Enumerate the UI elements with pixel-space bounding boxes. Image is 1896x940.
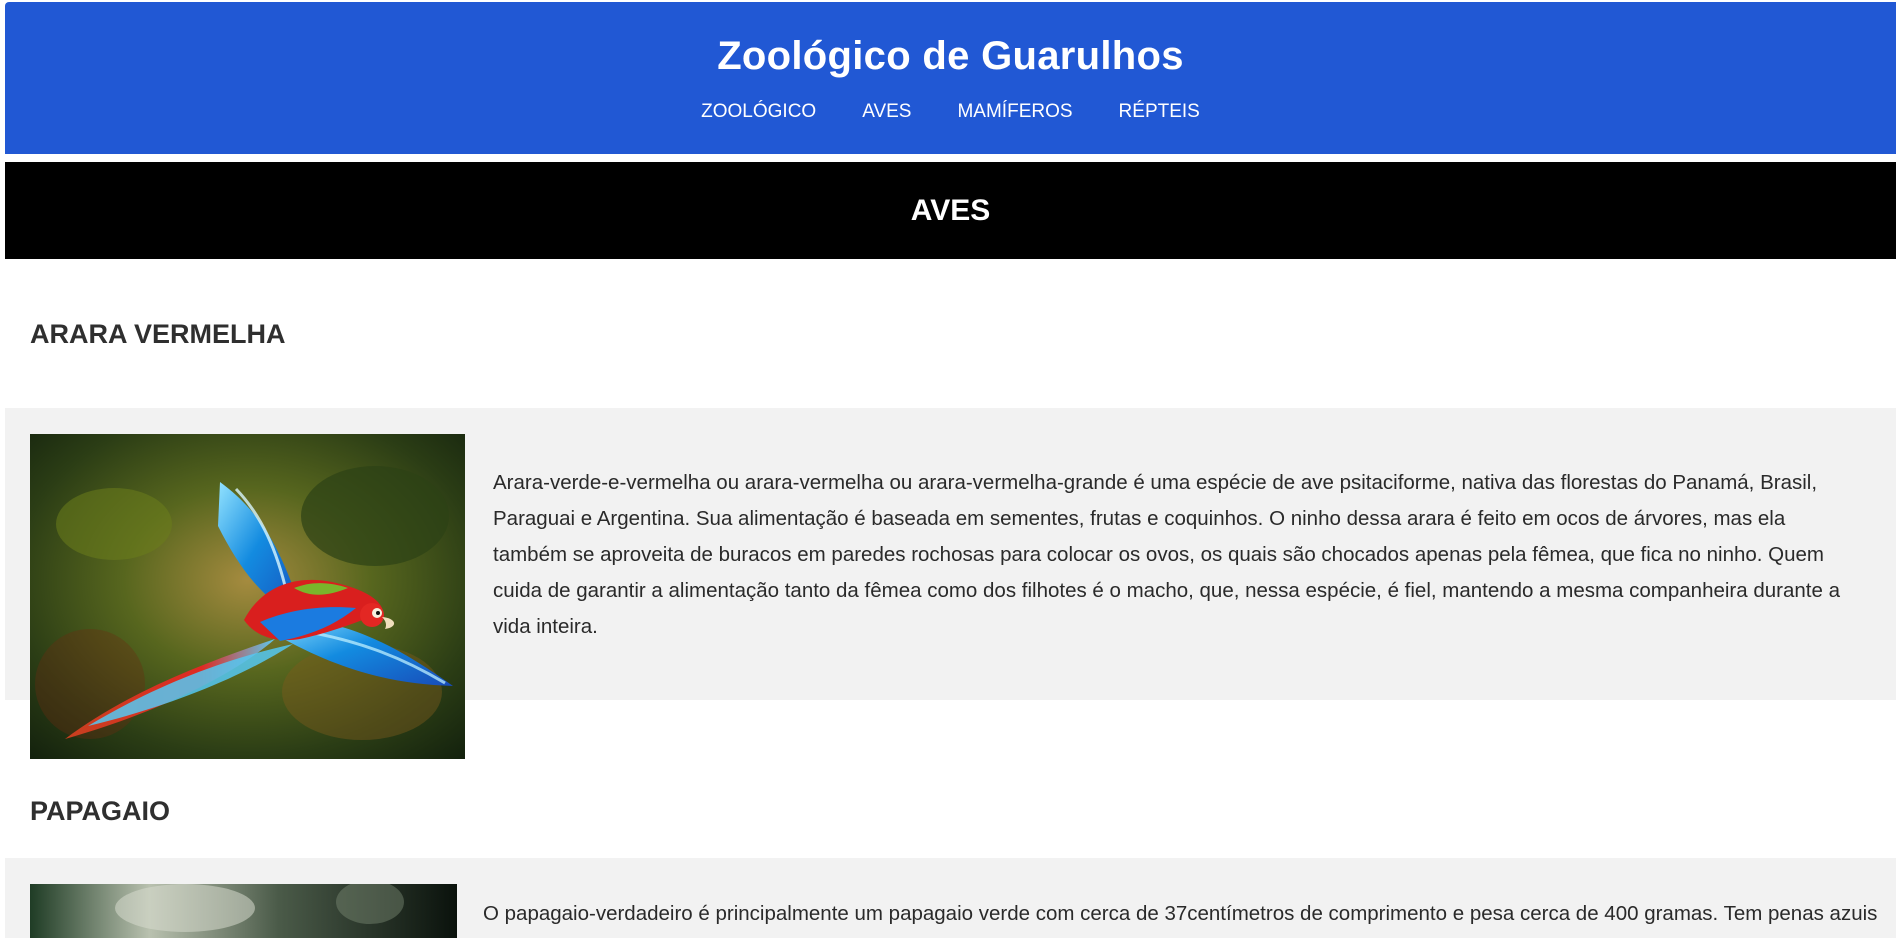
nav-link-repteis[interactable]: RÉPTEIS [1119, 98, 1200, 126]
section-banner: AVES [5, 162, 1896, 259]
parrot-illustration [30, 884, 457, 938]
animal-heading-arara-vermelha: ARARA VERMELHA [30, 319, 286, 349]
animal-heading-papagaio: PAPAGAIO [30, 796, 171, 826]
scarlet-macaw-illustration [30, 434, 465, 759]
nav-link-zoologico[interactable]: ZOOLÓGICO [701, 98, 816, 126]
nav-link-mamiferos[interactable]: MAMÍFEROS [957, 98, 1072, 126]
parrot-image [30, 884, 457, 938]
site-header: Zoológico de Guarulhos ZOOLÓGICO AVES MA… [5, 2, 1896, 154]
site-title: Zoológico de Guarulhos [717, 34, 1184, 78]
browser-page: Zoológico de Guarulhos ZOOLÓGICO AVES MA… [5, 2, 1896, 938]
section-title: AVES [910, 194, 991, 227]
main-navigation: ZOOLÓGICO AVES MAMÍFEROS RÉPTEIS [5, 98, 1896, 126]
nav-link-aves[interactable]: AVES [862, 98, 911, 126]
animal-description-arara-vermelha: Arara-verde-e-vermelha ou arara-vermelha… [493, 471, 1840, 638]
animal-description-papagaio: O papagaio-verdadeiro é principalmente u… [483, 902, 1878, 925]
scarlet-macaw-image [30, 434, 465, 759]
